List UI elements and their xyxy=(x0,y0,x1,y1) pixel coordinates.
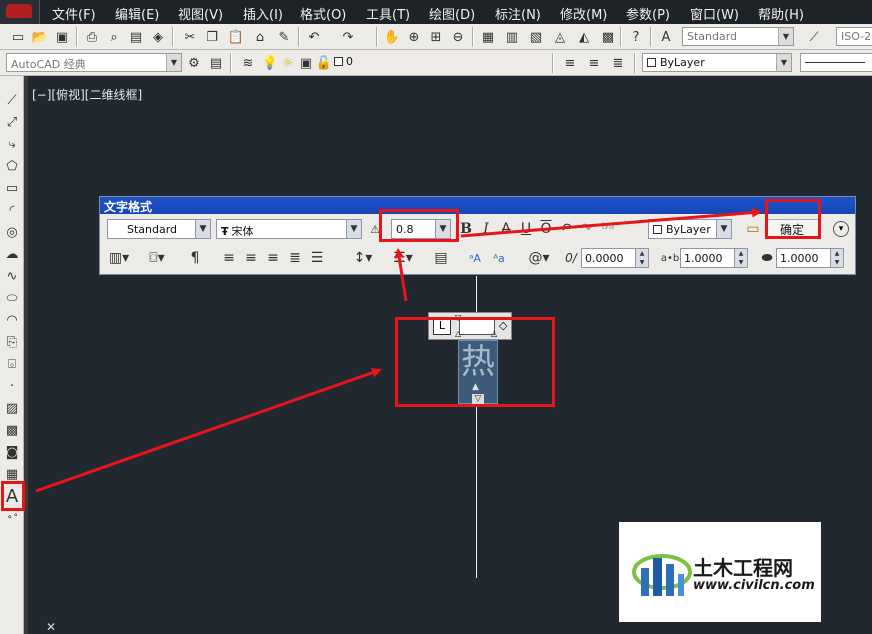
watermark-logo: 土木工程网 www.civilcn.com xyxy=(619,522,821,622)
watermark-url: www.civilcn.com xyxy=(693,578,815,593)
watermark-title: 土木工程网 xyxy=(693,556,793,580)
arrow-height-to-ok xyxy=(460,207,762,238)
arrow-text-to-height xyxy=(394,248,408,302)
arrow-tool-to-text xyxy=(35,367,382,493)
building-logo-icon xyxy=(632,554,692,596)
